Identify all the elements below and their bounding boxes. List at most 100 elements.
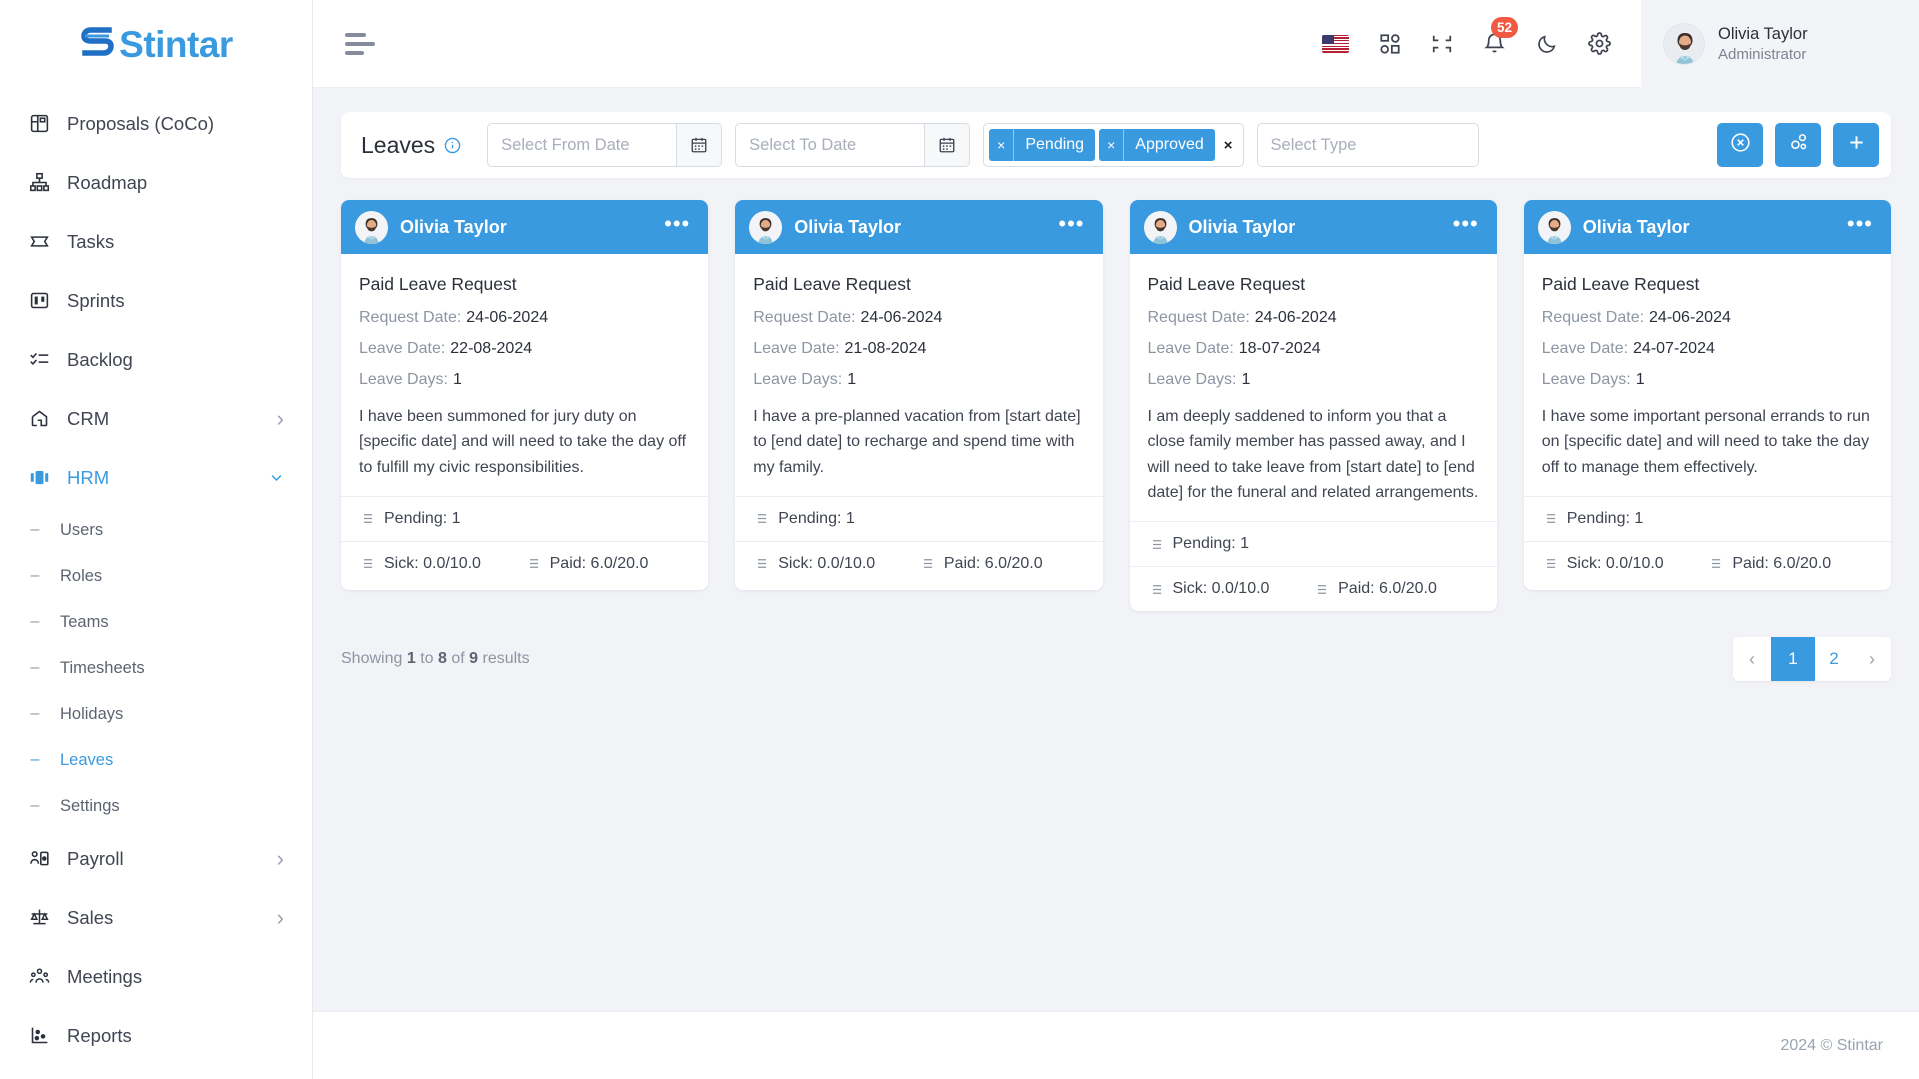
remove-tag-icon[interactable]: × — [1099, 129, 1125, 161]
type-filter-placeholder: Select Type — [1270, 135, 1357, 154]
proposals-icon — [26, 112, 52, 136]
reset-filters-button[interactable] — [1717, 123, 1763, 167]
to-date-input[interactable]: Select To Date — [736, 124, 924, 166]
remove-tag-icon[interactable]: × — [989, 129, 1015, 161]
sidebar-item-label: Sprints — [67, 289, 125, 311]
sidebar-item-tasks[interactable]: Tasks — [0, 212, 312, 271]
list-icon — [359, 511, 374, 526]
leave-card[interactable]: Olivia Taylor ••• Paid Leave Request Req… — [341, 200, 709, 590]
content-area: Leaves Select From Date Select To Date ×… — [313, 88, 1919, 1011]
avatar — [1663, 22, 1705, 65]
info-icon[interactable] — [444, 137, 461, 154]
avatar — [1143, 210, 1177, 244]
leave-date-label: Leave Date: — [1541, 340, 1629, 357]
leave-card-menu-icon[interactable]: ••• — [1058, 213, 1084, 235]
sidebar-item-sales[interactable]: Sales › — [0, 888, 312, 947]
request-date-value: 24-06-2024 — [1254, 309, 1337, 326]
leave-date-label: Leave Date: — [359, 340, 446, 357]
paid-balance: Paid: 6.0/20.0 — [1707, 555, 1873, 573]
sidebar-item-teams[interactable]: – Teams — [0, 599, 312, 645]
add-leave-button[interactable] — [1833, 123, 1879, 167]
sidebar-item-reports[interactable]: Reports — [0, 1006, 312, 1065]
status-tag-pending[interactable]: × Pending — [989, 129, 1096, 161]
avatar — [355, 210, 388, 244]
avatar — [749, 210, 783, 244]
sidebar-item-meetings[interactable]: Meetings — [0, 947, 312, 1006]
sidebar-item-hrm[interactable]: HRM — [0, 448, 312, 507]
leave-days-value: 1 — [452, 371, 462, 388]
leave-card-menu-icon[interactable]: ••• — [1453, 213, 1479, 235]
payroll-icon — [26, 847, 52, 871]
profile-name: Olivia Taylor — [1718, 24, 1808, 43]
status-filter-field[interactable]: × Pending × Approved × — [983, 123, 1244, 167]
sidebar-sub-label: Roles — [60, 566, 103, 585]
sidebar-item-settings[interactable]: – Settings — [0, 783, 312, 829]
leave-type-title: Paid Leave Request — [359, 274, 517, 294]
sidebar-item-leaves[interactable]: – Leaves — [0, 737, 312, 783]
pagination-prev[interactable]: ‹ — [1733, 637, 1771, 681]
sidebar-sub-label: Users — [60, 520, 104, 539]
assign-leave-button[interactable] — [1775, 123, 1821, 167]
leave-days-label: Leave Days: — [1541, 371, 1631, 388]
sidebar-item-proposals[interactable]: Proposals (CoCo) — [0, 94, 312, 153]
gear-icon[interactable] — [1588, 32, 1611, 55]
language-selector[interactable] — [1322, 34, 1349, 53]
leave-card[interactable]: Olivia Taylor ••• Paid Leave Request Req… — [1523, 200, 1891, 590]
request-date-label: Request Date: — [1541, 309, 1645, 326]
dash-icon: – — [30, 613, 40, 630]
sick-balance-value: Sick: 0.0/10.0 — [384, 554, 481, 572]
hamburger-icon[interactable] — [345, 32, 379, 55]
leave-card-user: Olivia Taylor — [400, 216, 507, 237]
clear-all-tags-icon[interactable]: × — [1219, 137, 1238, 154]
sidebar-item-sprints[interactable]: Sprints — [0, 271, 312, 330]
leave-card-menu-icon[interactable]: ••• — [1847, 213, 1873, 235]
calendar-icon[interactable] — [924, 124, 970, 166]
pagination-page-2[interactable]: 2 — [1815, 637, 1853, 681]
sidebar-nav: Proposals (CoCo) Roadmap Tasks Sprints B… — [0, 88, 312, 1079]
from-date-field[interactable]: Select From Date — [487, 123, 723, 167]
moon-icon[interactable] — [1536, 33, 1558, 55]
sidebar-item-payroll[interactable]: Payroll › — [0, 829, 312, 888]
sidebar-item-holidays[interactable]: – Holidays — [0, 691, 312, 737]
notifications-button[interactable]: 52 — [1483, 17, 1519, 55]
from-date-input[interactable]: Select From Date — [488, 124, 676, 166]
paid-balance-value: Paid: 6.0/20.0 — [1338, 580, 1437, 598]
sidebar-item-backlog[interactable]: Backlog — [0, 330, 312, 389]
pagination-page-1[interactable]: 1 — [1771, 637, 1815, 682]
sick-balance-value: Sick: 0.0/10.0 — [778, 554, 876, 572]
pagination-next[interactable]: › — [1853, 637, 1891, 681]
leave-type-title: Paid Leave Request — [1541, 274, 1700, 294]
chevron-down-icon — [269, 470, 284, 485]
status-tag-approved[interactable]: × Approved — [1099, 129, 1215, 161]
sidebar-item-users[interactable]: – Users — [0, 507, 312, 553]
dash-icon: – — [30, 705, 40, 722]
leave-days-label: Leave Days: — [753, 371, 843, 388]
logo[interactable]: Stintar — [0, 0, 312, 88]
user-profile-menu[interactable]: Olivia Taylor Administrator — [1641, 0, 1919, 88]
leave-card[interactable]: Olivia Taylor ••• Paid Leave Request Req… — [735, 200, 1103, 590]
sidebar-item-roadmap[interactable]: Roadmap — [0, 153, 312, 212]
compress-icon[interactable] — [1431, 33, 1453, 55]
to-date-field[interactable]: Select To Date — [735, 123, 971, 167]
request-date-value: 24-06-2024 — [860, 309, 943, 326]
calendar-icon[interactable] — [676, 124, 722, 166]
sidebar-item-crm[interactable]: CRM › — [0, 389, 312, 448]
filter-bar: Leaves Select From Date Select To Date ×… — [341, 112, 1891, 178]
balance-stat-row: Sick: 0.0/10.0 Paid: 6.0/20.0 — [1523, 540, 1891, 586]
leave-date-row: Leave Date: 18-07-2024 — [1148, 340, 1479, 358]
topbar-icons: 52 — [1322, 17, 1641, 55]
request-date-value: 24-06-2024 — [466, 309, 549, 326]
type-filter-select[interactable]: Select Type — [1256, 123, 1479, 167]
sick-balance: Sick: 0.0/10.0 — [753, 555, 919, 573]
sick-balance: Sick: 0.0/10.0 — [1148, 580, 1314, 598]
apps-grid-icon[interactable] — [1379, 33, 1401, 55]
sidebar-item-roles[interactable]: – Roles — [0, 553, 312, 599]
leave-card[interactable]: Olivia Taylor ••• Paid Leave Request Req… — [1129, 200, 1497, 612]
sidebar-item-timesheets[interactable]: – Timesheets — [0, 645, 312, 691]
leave-type-title: Paid Leave Request — [1147, 274, 1306, 294]
dash-icon: – — [30, 659, 40, 676]
list-icon — [1313, 582, 1328, 597]
leave-card-header: Olivia Taylor ••• — [341, 200, 709, 254]
leave-date-label: Leave Date: — [1147, 340, 1234, 357]
leave-card-menu-icon[interactable]: ••• — [664, 213, 690, 235]
